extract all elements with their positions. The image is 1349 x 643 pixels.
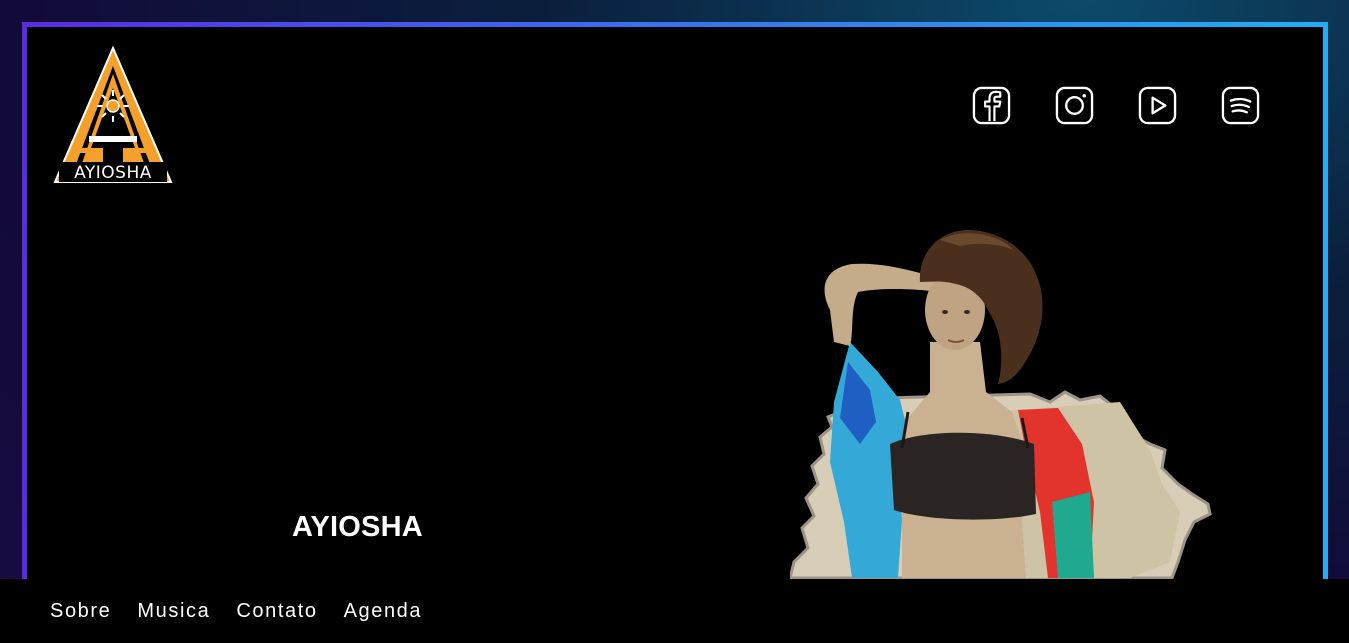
nav-item-musica[interactable]: Musica	[137, 600, 210, 623]
page: AYIOSHA AYIOSHA Sobre Musica Contato Age…	[0, 0, 1349, 643]
nav-item-contato[interactable]: Contato	[236, 600, 317, 623]
nav-item-sobre[interactable]: Sobre	[50, 600, 111, 623]
artist-photo	[790, 230, 1212, 580]
logo-text: AYIOSHA	[74, 163, 152, 183]
ayiosha-logo[interactable]: AYIOSHA	[45, 44, 181, 186]
facebook-icon[interactable]	[972, 86, 1011, 125]
instagram-icon[interactable]	[1055, 86, 1094, 125]
artist-name: AYIOSHA	[292, 511, 423, 543]
youtube-icon[interactable]	[1138, 86, 1177, 125]
nav-item-agenda[interactable]: Agenda	[344, 600, 423, 623]
social-links	[972, 86, 1260, 125]
bottom-nav: Sobre Musica Contato Agenda	[0, 579, 1349, 643]
spotify-icon[interactable]	[1221, 86, 1260, 125]
